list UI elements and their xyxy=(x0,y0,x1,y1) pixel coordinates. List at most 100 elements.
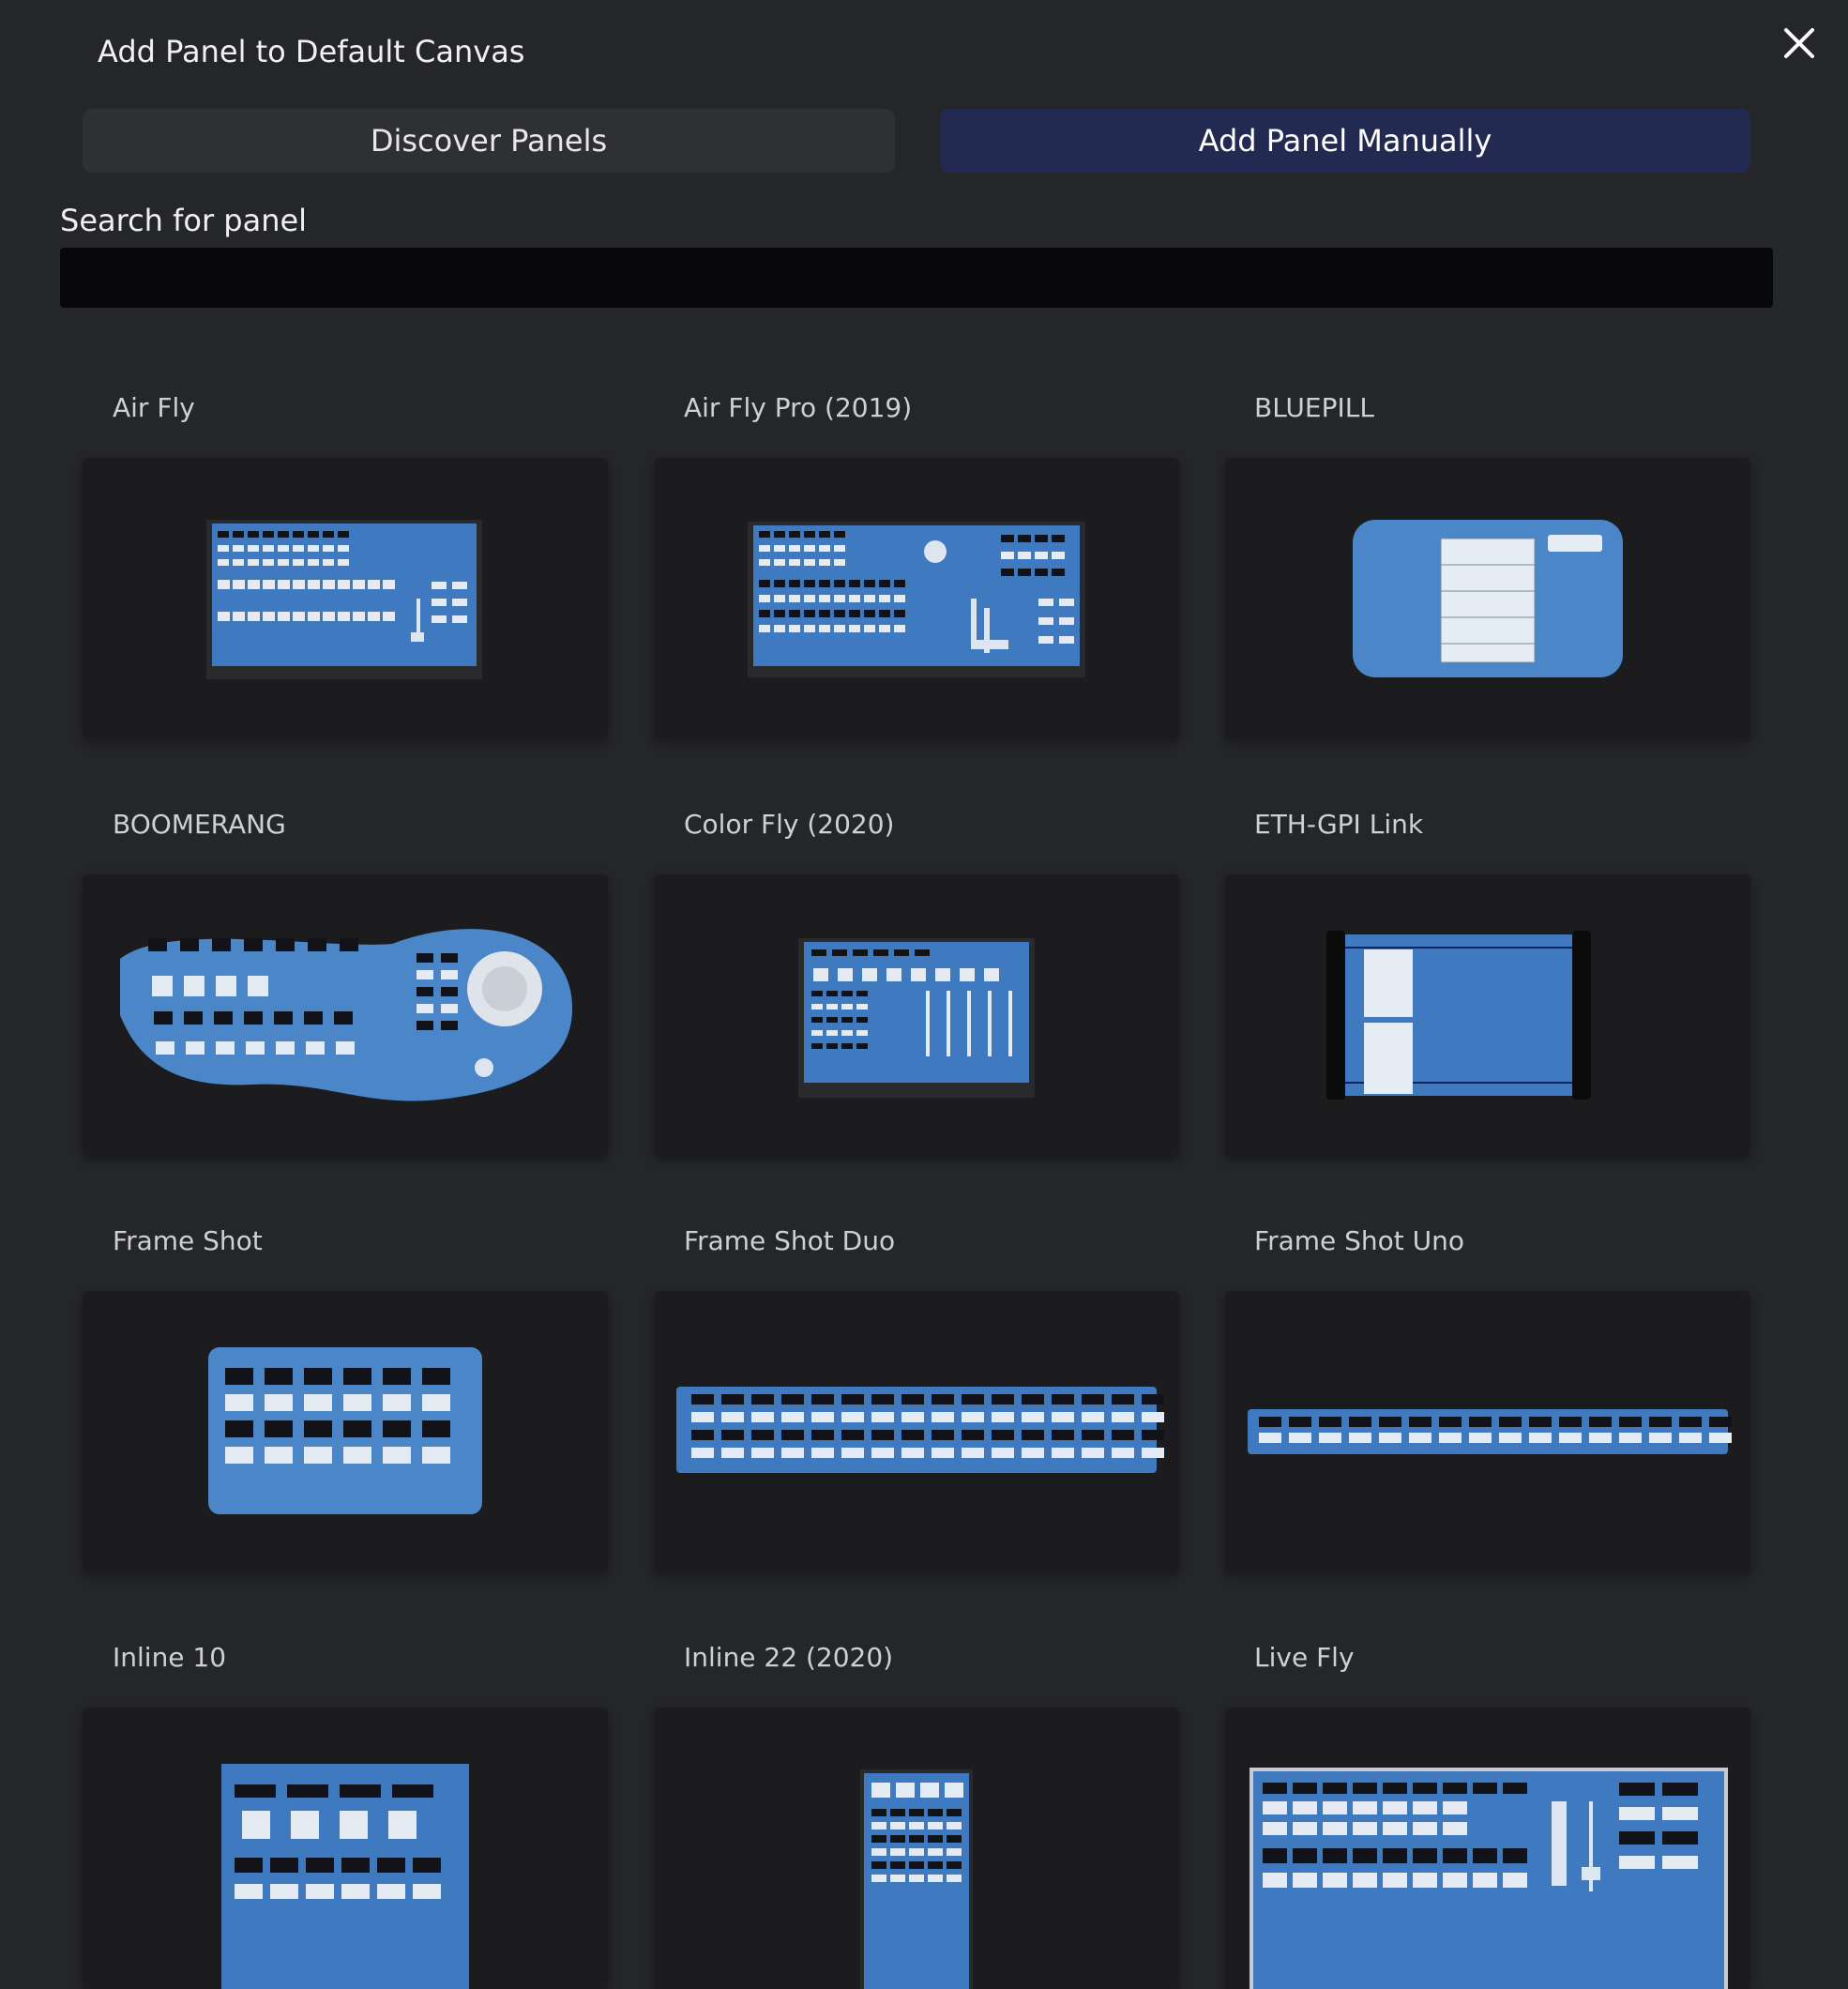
panel-key xyxy=(304,1447,332,1464)
panel-key xyxy=(819,610,830,617)
panel-key xyxy=(915,949,930,956)
panel-key xyxy=(248,580,260,589)
panel-label-color-fly: Color Fly (2020) xyxy=(684,809,895,840)
panel-key xyxy=(1052,1412,1074,1422)
panel-key xyxy=(1353,1801,1377,1814)
panel-key xyxy=(308,938,326,951)
search-input[interactable] xyxy=(60,248,1773,308)
frame-shot-duo-panel-image xyxy=(676,1387,1164,1473)
panel-key xyxy=(841,991,853,996)
panel-key xyxy=(1001,552,1014,559)
panel-key xyxy=(804,545,815,552)
panel-key xyxy=(759,625,770,632)
tab-discover-panels[interactable]: Discover Panels xyxy=(83,109,895,173)
panel-key xyxy=(1383,1822,1407,1835)
panel-key xyxy=(1082,1448,1104,1458)
panel-key xyxy=(1409,1417,1431,1427)
panel-card-inline-22[interactable] xyxy=(654,1708,1179,1989)
panel-key xyxy=(1293,1873,1317,1888)
panel-key xyxy=(368,580,380,589)
air-fly-panel-image xyxy=(206,520,482,679)
panel-key xyxy=(826,1030,838,1036)
panel-key xyxy=(960,968,975,981)
panel-key xyxy=(721,1430,744,1440)
panel-key xyxy=(248,531,259,538)
panel-card-air-fly-pro[interactable] xyxy=(654,458,1179,739)
panel-key xyxy=(811,1448,834,1458)
panel-card-eth-gpi-link[interactable] xyxy=(1225,874,1750,1156)
panel-key xyxy=(967,991,971,1056)
panel-key xyxy=(1018,569,1031,576)
panel-key xyxy=(811,1004,823,1010)
panel-card-inline-10[interactable] xyxy=(83,1708,608,1989)
panel-key xyxy=(417,987,433,996)
panel-card-frame-shot-duo[interactable] xyxy=(654,1291,1179,1572)
panel-key xyxy=(184,976,204,996)
panel-key xyxy=(789,531,800,538)
panel-key xyxy=(928,1848,943,1856)
panel-key xyxy=(235,1784,276,1798)
panel-key xyxy=(441,987,458,996)
panel-key xyxy=(789,625,800,632)
panel-card-bluepill[interactable] xyxy=(1225,458,1750,739)
panel-key xyxy=(413,1858,441,1873)
panel-card-air-fly[interactable] xyxy=(83,458,608,739)
panel-key xyxy=(338,580,350,589)
panel-key xyxy=(1052,1430,1074,1440)
panel-key xyxy=(879,625,890,632)
panel-key xyxy=(1263,1822,1287,1835)
panel-key xyxy=(1112,1412,1134,1422)
tab-add-panel-manually[interactable]: Add Panel Manually xyxy=(940,109,1750,173)
panel-key xyxy=(1473,1783,1497,1794)
panel-key xyxy=(1662,1807,1698,1820)
panel-key xyxy=(691,1394,714,1404)
panel-key xyxy=(340,938,358,951)
panel-key xyxy=(774,559,785,566)
panel-key xyxy=(441,1021,458,1030)
panel-key xyxy=(928,1809,943,1816)
panel-key xyxy=(928,1822,943,1830)
panel-key xyxy=(235,1858,263,1873)
panel-key xyxy=(811,949,826,956)
panel-key xyxy=(1413,1848,1437,1863)
panel-key xyxy=(1018,535,1031,542)
panel-card-boomerang[interactable] xyxy=(83,874,608,1156)
panel-key xyxy=(774,545,785,552)
panel-key xyxy=(774,595,785,602)
panel-key xyxy=(263,612,275,621)
panel-key xyxy=(343,1394,371,1411)
inline-10-panel-image xyxy=(221,1764,469,1989)
panel-key xyxy=(270,1884,298,1899)
panel-key xyxy=(276,938,295,951)
close-icon[interactable] xyxy=(1780,24,1818,62)
panel-key xyxy=(1679,1433,1702,1443)
panel-card-frame-shot[interactable] xyxy=(83,1291,608,1572)
panel-key xyxy=(323,531,334,538)
panel-key xyxy=(432,599,447,606)
panel-key xyxy=(323,612,335,621)
panel-key xyxy=(819,531,830,538)
panel-key xyxy=(1413,1873,1437,1888)
panel-key xyxy=(894,949,909,956)
panel-key xyxy=(278,545,289,552)
panel-key xyxy=(992,1394,1014,1404)
panel-key xyxy=(1112,1430,1134,1440)
panel-key xyxy=(1052,1394,1074,1404)
panel-key xyxy=(233,612,245,621)
panel-key xyxy=(813,968,828,981)
panel-key xyxy=(856,1004,868,1010)
panel-key xyxy=(759,580,770,587)
panel-key xyxy=(336,1041,355,1055)
panel-card-live-fly[interactable] xyxy=(1225,1708,1750,1989)
panel-key xyxy=(871,1412,894,1422)
panel-card-color-fly[interactable] xyxy=(654,874,1179,1156)
panel-key xyxy=(432,615,447,623)
panel-key xyxy=(751,1430,774,1440)
panel-key xyxy=(341,1858,370,1873)
panel-card-frame-shot-uno[interactable] xyxy=(1225,1291,1750,1572)
panel-key xyxy=(932,1448,954,1458)
panel-key xyxy=(1503,1783,1527,1794)
panel-key xyxy=(841,1412,864,1422)
panel-key xyxy=(962,1448,984,1458)
panel-key xyxy=(248,612,260,621)
